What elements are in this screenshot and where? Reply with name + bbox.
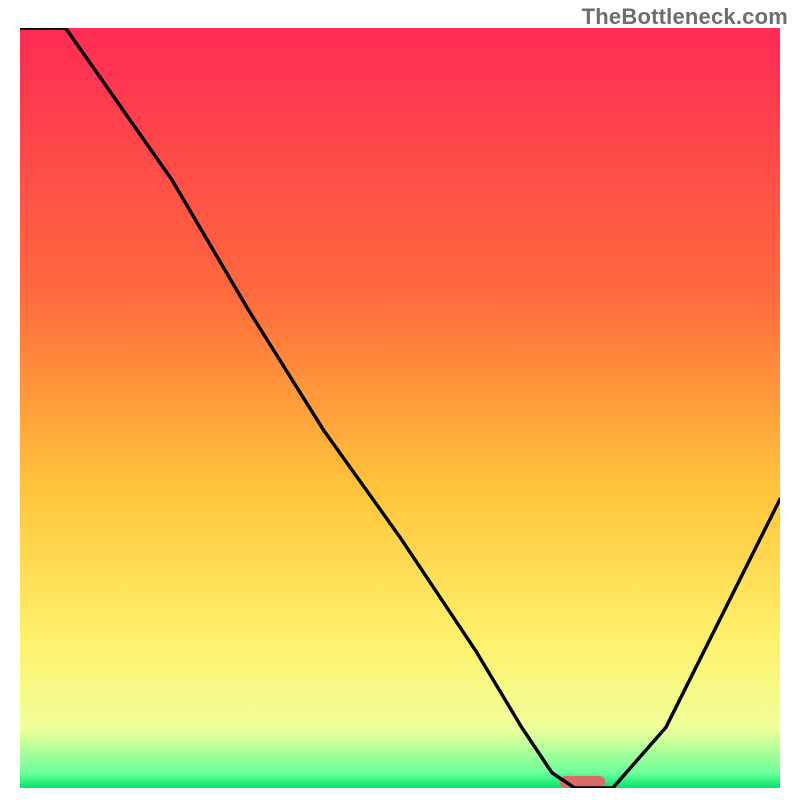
bottleneck-chart xyxy=(20,28,780,788)
chart-background xyxy=(20,28,780,788)
watermark-text: TheBottleneck.com xyxy=(582,4,788,30)
